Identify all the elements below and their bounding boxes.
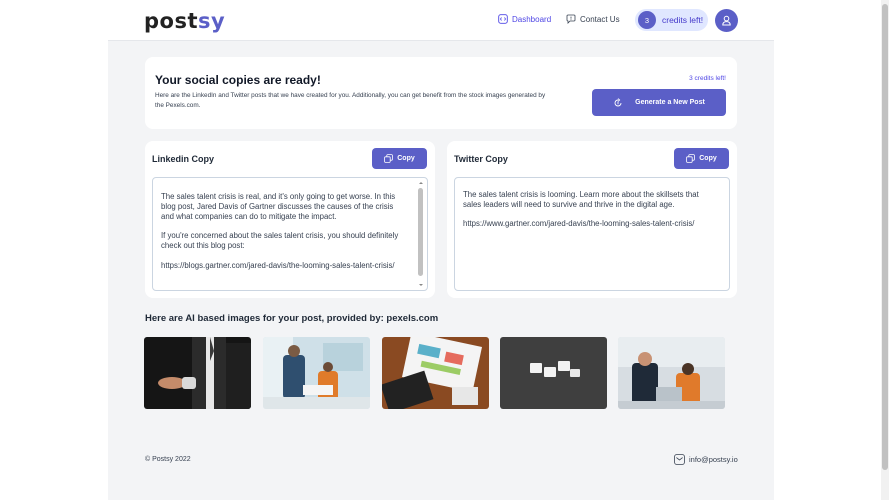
credits-count: 3 — [638, 11, 656, 29]
postsy-logo[interactable]: postsy — [144, 9, 225, 33]
twitter-copy-label: Copy — [699, 155, 717, 162]
coworkers-laptop-photo[interactable] — [618, 337, 725, 409]
twitter-copy-text: The sales talent crisis is looming. Lear… — [463, 190, 699, 229]
linkedin-copy-card: Linkedin Copy Copy The sales talent cris… — [145, 141, 435, 298]
credits-badge[interactable]: 3 credits left! — [635, 9, 708, 31]
banner-description: Here are the LinkedIn and Twitter posts … — [155, 92, 546, 109]
linkedin-copy-textarea[interactable]: The sales talent crisis is real, and it'… — [152, 177, 428, 291]
user-icon — [722, 15, 731, 26]
copy-icon — [384, 154, 394, 163]
twitter-copy-button[interactable]: Copy — [674, 148, 729, 169]
chat-icon — [566, 14, 576, 24]
top-navbar: postsy Dashboard Contact Us 3 credits le… — [108, 0, 774, 41]
nav-dashboard-label: Dashboard — [512, 14, 552, 24]
office-meeting-photo[interactable] — [263, 337, 370, 409]
dashboard-icon — [498, 14, 508, 24]
nav-contact-link[interactable]: Contact Us — [566, 14, 620, 24]
linkedin-card-title: Linkedin Copy — [152, 154, 215, 164]
footer-email-text: info@postsy.io — [689, 455, 738, 464]
right-margin — [774, 0, 881, 500]
logo-main-text: post — [144, 9, 198, 33]
mail-icon — [674, 454, 685, 465]
logo-accent-text: sy — [198, 9, 226, 33]
twitter-card-title: Twitter Copy — [454, 154, 508, 164]
linkedin-copy-label: Copy — [397, 155, 415, 162]
linkedin-copy-button[interactable]: Copy — [372, 148, 427, 169]
footer-email-link[interactable]: info@postsy.io — [674, 454, 738, 465]
twitter-copy-textarea[interactable]: The sales talent crisis is looming. Lear… — [454, 177, 730, 291]
credits-label: credits left! — [662, 15, 704, 25]
ready-banner-card: Your social copies are ready! Here are t… — [145, 57, 737, 129]
copy-icon — [686, 154, 696, 163]
nav-dashboard-link[interactable]: Dashboard — [498, 14, 551, 24]
twitter-copy-card: Twitter Copy Copy The sales talent crisi… — [447, 141, 737, 298]
user-avatar-button[interactable] — [715, 9, 738, 32]
generate-new-post-button[interactable]: Generate a New Post — [592, 89, 726, 116]
page-title: Your social copies are ready! — [155, 73, 321, 87]
refresh-icon — [614, 97, 622, 106]
generate-button-label: Generate a New Post — [635, 99, 705, 106]
tiles-photo[interactable] — [500, 337, 607, 409]
textarea-scrollbar-thumb[interactable] — [418, 188, 423, 276]
linkedin-copy-text: The sales talent crisis is real, and it'… — [161, 192, 399, 270]
images-section-title: Here are AI based images for your post, … — [145, 313, 439, 324]
nav-contact-label: Contact Us — [580, 14, 620, 24]
banner-credits-text: 3 credits left! — [689, 75, 726, 82]
footer-copyright: © Postsy 2022 — [145, 456, 191, 463]
handshake-photo[interactable] — [144, 337, 251, 409]
desk-charts-photo[interactable] — [382, 337, 489, 409]
page-scrollbar-thumb[interactable] — [882, 4, 888, 470]
